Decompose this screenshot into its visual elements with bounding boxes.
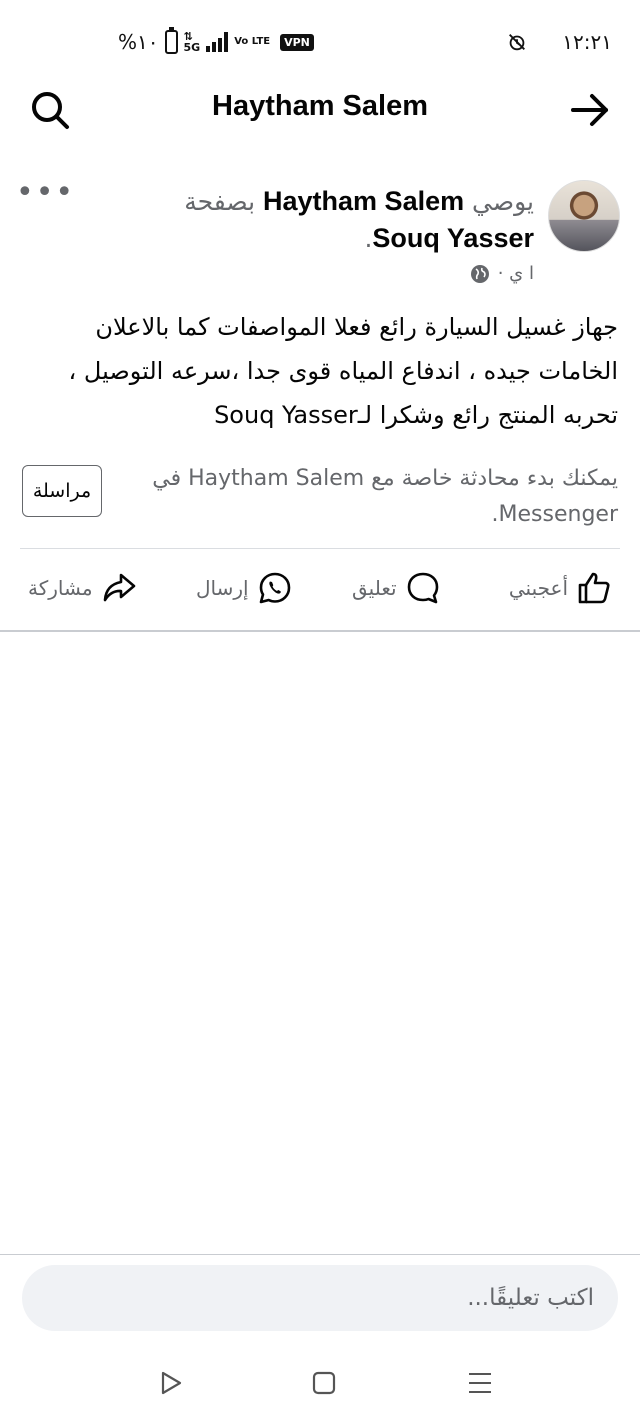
- comment-button[interactable]: تعليق: [352, 570, 441, 606]
- alarm-icon: [509, 34, 526, 51]
- signal-icon: [206, 32, 229, 52]
- messenger-hint: يمكنك بدء محادثة خاصة مع Haytham Salem ف…: [152, 466, 618, 527]
- share-button[interactable]: مشاركة: [28, 570, 137, 606]
- send-button[interactable]: إرسال: [196, 570, 293, 606]
- comment-icon: [407, 572, 438, 604]
- volte-icon: Vo LTE: [234, 36, 271, 47]
- comment-input[interactable]: اكتب تعليقًا...: [22, 1265, 618, 1331]
- post-meta: ا ي ·: [470, 263, 534, 284]
- page-name[interactable]: Souq Yasser: [372, 223, 534, 253]
- status-bar: %١٠ ⇅ 5G Vo LTE VPN ١٢:٢١: [0, 0, 640, 80]
- nav-home-icon[interactable]: [309, 1368, 339, 1398]
- status-left: %١٠ ⇅ 5G Vo LTE VPN: [118, 27, 314, 54]
- nav-back-icon[interactable]: [156, 1368, 186, 1398]
- battery-percent: %١٠: [118, 30, 159, 54]
- like-button[interactable]: أعجبني: [509, 570, 612, 606]
- arrow-right-icon[interactable]: [568, 88, 612, 132]
- nav-recents-icon[interactable]: [465, 1368, 495, 1398]
- section-divider: [0, 630, 640, 632]
- post-heading: يوصي Haytham Salem بصفحة Souq Yasser.: [184, 186, 534, 253]
- like-label: أعجبني: [508, 576, 568, 600]
- divider: [20, 548, 620, 549]
- battery-icon: [164, 27, 178, 54]
- post-time: ا ي ·: [497, 263, 534, 284]
- header: Haytham Salem: [0, 80, 640, 140]
- share-label: مشاركة: [28, 576, 93, 600]
- post-text: جهاز غسيل السيارة رائع فعلا المواصفات كم…: [68, 313, 618, 429]
- network-type-icon: ⇅ 5G: [183, 30, 201, 54]
- bottom-divider: [0, 1254, 640, 1255]
- message-button[interactable]: مراسلة: [22, 465, 102, 517]
- send-label: إرسال: [196, 576, 249, 600]
- whatsapp-icon: [259, 572, 290, 604]
- more-options-icon[interactable]: •••: [16, 178, 75, 208]
- comment-placeholder: اكتب تعليقًا...: [467, 1285, 594, 1311]
- messenger-row: مراسلة يمكنك بدء محادثة خاصة مع Haytham …: [0, 455, 640, 535]
- like-icon: [578, 572, 610, 604]
- clock: ١٢:٢١: [562, 30, 612, 54]
- avatar[interactable]: [548, 180, 620, 252]
- status-right: ١٢:٢١: [506, 30, 612, 54]
- action-bar: أعجبني تعليق إرسال مشاركة: [0, 570, 640, 620]
- system-nav-bar: [0, 1362, 640, 1412]
- vpn-badge: VPN: [280, 33, 314, 51]
- globe-icon: [470, 264, 489, 283]
- comment-label: تعليق: [352, 576, 397, 600]
- author-name[interactable]: Haytham Salem: [263, 186, 464, 216]
- page-title: Haytham Salem: [212, 90, 428, 122]
- share-icon: [103, 573, 135, 602]
